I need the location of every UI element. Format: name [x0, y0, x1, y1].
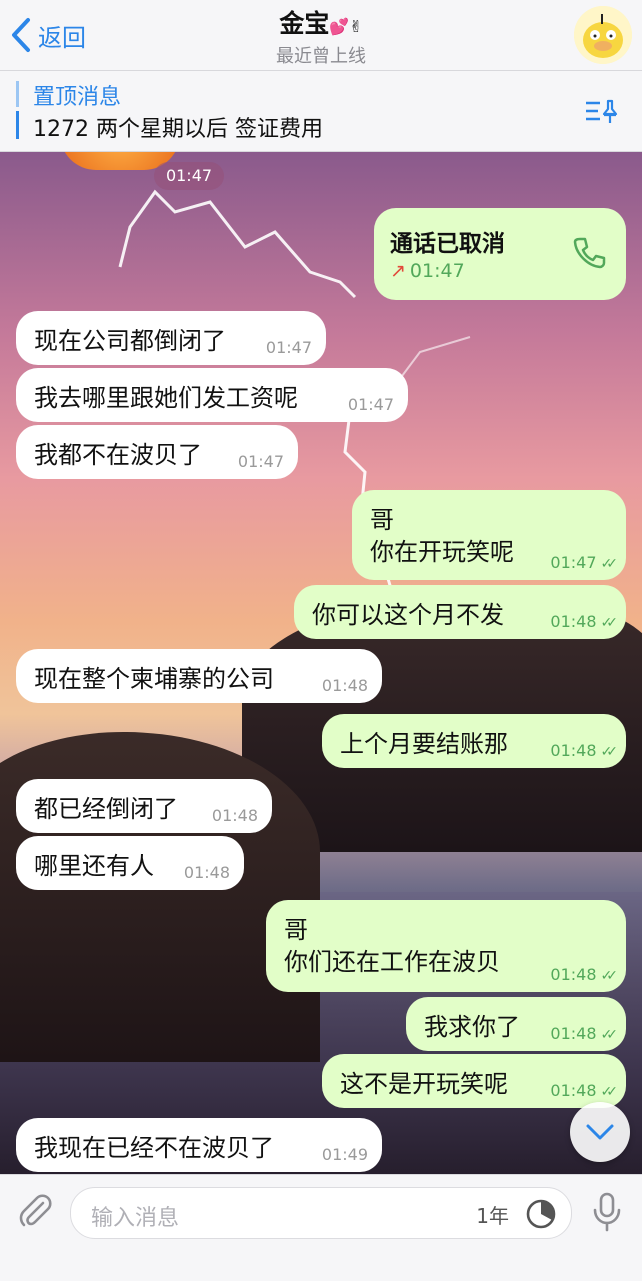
message-time: 01:48 ✓✓ — [550, 1024, 619, 1043]
incoming-message[interactable]: 哪里还有人 01:48 — [16, 836, 244, 890]
incoming-message[interactable]: 我都不在波贝了 01:47 — [16, 425, 298, 479]
message-time: 01:47 — [265, 338, 312, 357]
voice-message-button[interactable] — [590, 1191, 624, 1237]
message-time: 01:48 ✓✓ — [550, 741, 619, 760]
avatar[interactable] — [574, 6, 632, 64]
call-meta: ↗ 01:47 — [390, 260, 465, 282]
message-text-line2: 你在开玩笑呢 — [370, 538, 514, 566]
phone-icon[interactable] — [570, 234, 608, 278]
auto-delete-label: 1年 — [476, 1204, 509, 1228]
message-text: 哪里还有人 — [34, 852, 154, 880]
message-time: 01:48 ✓✓ — [550, 612, 619, 631]
message-time: 01:49 — [321, 1145, 368, 1164]
message-text: 我去哪里跟她们发工资呢 — [34, 384, 298, 412]
pin-list-icon — [586, 99, 618, 123]
message-input[interactable]: 输入消息 1年 — [70, 1187, 572, 1239]
message-input-bar: 输入消息 1年 — [0, 1174, 642, 1281]
chevron-down-icon — [586, 1124, 614, 1140]
microphone-icon — [593, 1192, 621, 1232]
message-text: 现在整个柬埔寨的公司 — [34, 665, 274, 693]
message-time: 01:48 ✓✓ — [550, 1081, 619, 1100]
message-time: 01:47 ✓✓ — [550, 553, 619, 572]
auto-delete-timer-button[interactable] — [525, 1198, 557, 1234]
outgoing-message[interactable]: 哥 你在开玩笑呢 01:47 ✓✓ — [352, 490, 626, 580]
incoming-message[interactable]: 我去哪里跟她们发工资呢 01:47 — [16, 368, 408, 422]
message-input-placeholder: 输入消息 — [91, 1206, 180, 1231]
timer-icon — [526, 1199, 556, 1229]
read-checks-icon: ✓✓ — [600, 744, 619, 760]
outgoing-message[interactable]: 上个月要结账那 01:48 ✓✓ — [322, 714, 626, 768]
call-title: 通话已取消 — [390, 231, 505, 257]
read-checks-icon: ✓✓ — [600, 615, 619, 631]
read-checks-icon: ✓✓ — [600, 1027, 619, 1043]
message-text: 你可以这个月不发 — [312, 601, 504, 629]
message-text: 都已经倒闭了 — [34, 795, 178, 823]
title-emoji: 💕✌ — [329, 17, 363, 36]
call-cancelled-bubble[interactable]: 通话已取消 ↗ 01:47 — [374, 208, 626, 300]
message-time: 01:47 — [237, 452, 284, 471]
message-text: 上个月要结账那 — [340, 730, 508, 758]
incoming-message[interactable]: 现在整个柬埔寨的公司 01:48 — [16, 649, 382, 703]
message-time: 01:47 — [347, 395, 394, 414]
message-text: 我都不在波贝了 — [34, 441, 202, 469]
chat-title-block[interactable]: 金宝💕✌ 最近曾上线 — [0, 4, 642, 68]
pinned-label: 置顶消息 — [33, 85, 122, 110]
scroll-to-bottom-button[interactable] — [570, 1102, 630, 1162]
read-checks-icon: ✓✓ — [600, 556, 619, 572]
time-chip: 01:47 — [154, 162, 224, 190]
message-time: 01:48 — [211, 806, 258, 825]
incoming-message[interactable]: 现在公司都倒闭了 01:47 — [16, 311, 326, 365]
read-checks-icon: ✓✓ — [600, 968, 619, 984]
incoming-message[interactable]: 都已经倒闭了 01:48 — [16, 779, 272, 833]
outgoing-message[interactable]: 哥 你们还在工作在波贝 01:48 ✓✓ — [266, 900, 626, 992]
message-list[interactable]: 01:47 通话已取消 ↗ 01:47 现在公司都倒闭了 01:47 我去哪里跟她… — [0, 152, 642, 1174]
message-time: 01:48 ✓✓ — [550, 965, 619, 984]
message-time: 01:48 — [321, 676, 368, 695]
duck-avatar-icon — [574, 6, 632, 64]
paperclip-icon — [19, 1194, 52, 1227]
message-text-line1: 哥 — [284, 916, 308, 944]
message-text-line2: 你们还在工作在波贝 — [284, 948, 500, 976]
message-text: 现在公司都倒闭了 — [34, 327, 226, 355]
outgoing-arrow-icon: ↗ — [390, 260, 406, 282]
read-checks-icon: ✓✓ — [600, 1084, 619, 1100]
pinned-message-bar[interactable]: 置顶消息 1272 两个星期以后 签证费用 — [0, 71, 642, 152]
last-seen-status: 最近曾上线 — [276, 46, 366, 67]
chat-title: 金宝 — [279, 9, 330, 38]
pinned-list-button[interactable] — [584, 97, 620, 129]
outgoing-message[interactable]: 你可以这个月不发 01:48 ✓✓ — [294, 585, 626, 639]
chat-header: 返回 金宝💕✌ 最近曾上线 — [0, 0, 642, 71]
outgoing-message[interactable]: 这不是开玩笑呢 01:48 ✓✓ — [322, 1054, 626, 1108]
message-text: 我现在已经不在波贝了 — [34, 1134, 274, 1162]
message-text: 这不是开玩笑呢 — [340, 1070, 508, 1098]
message-text-line1: 哥 — [370, 506, 394, 534]
outgoing-message[interactable]: 我求你了 01:48 ✓✓ — [406, 997, 626, 1051]
message-text: 我求你了 — [424, 1013, 520, 1041]
pinned-indicator — [16, 81, 19, 139]
incoming-message[interactable]: 我现在已经不在波贝了 01:49 — [16, 1118, 382, 1172]
attach-button[interactable] — [16, 1191, 56, 1235]
message-time: 01:48 — [183, 863, 230, 882]
pinned-text: 1272 两个星期以后 签证费用 — [33, 117, 323, 142]
